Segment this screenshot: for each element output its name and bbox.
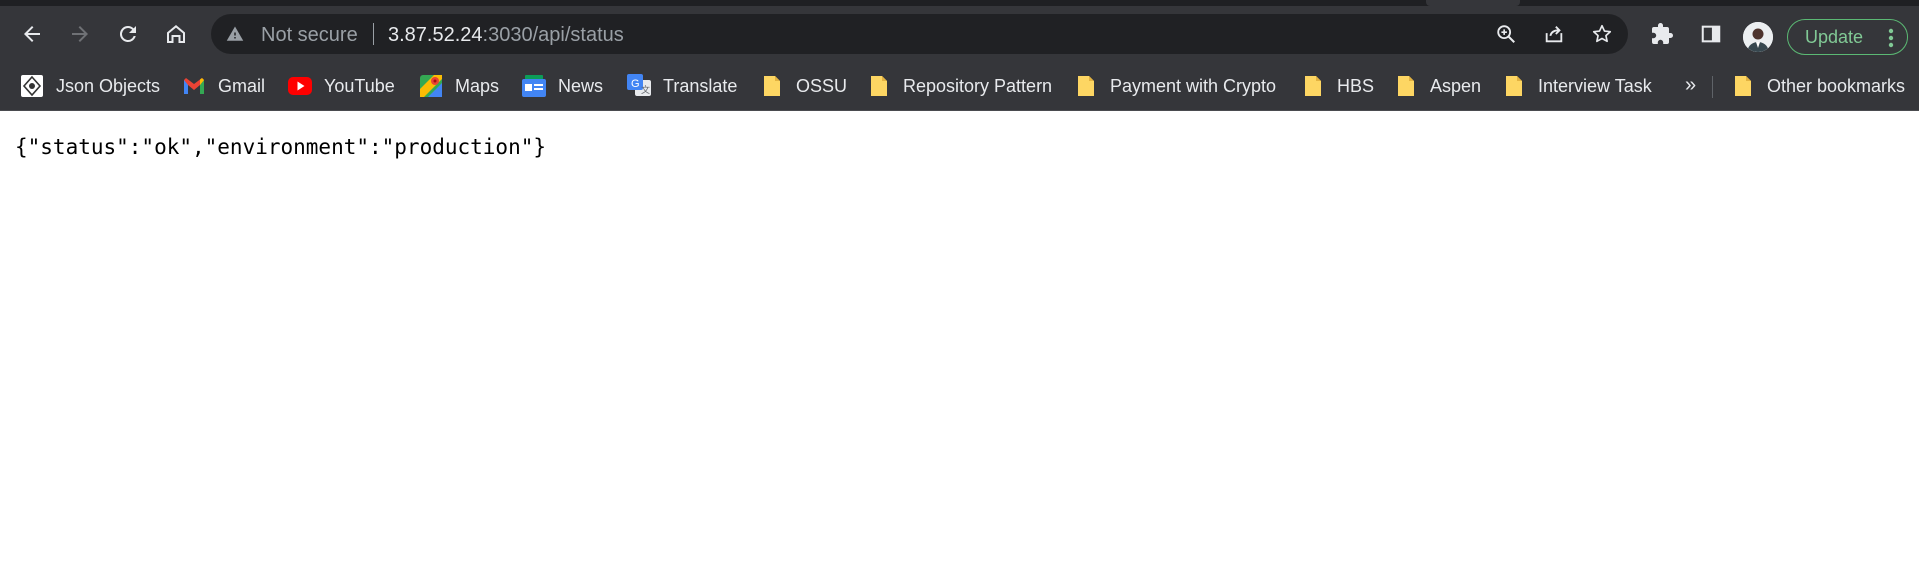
- address-bar[interactable]: Not secure 3.87.52.24:3030/api/status: [211, 14, 1628, 54]
- warning-icon[interactable]: [226, 25, 244, 48]
- back-button[interactable]: [16, 18, 48, 50]
- share-icon[interactable]: [1542, 22, 1566, 46]
- bookmark-youtube[interactable]: YouTube: [288, 72, 395, 100]
- menu-dots-icon: [1888, 27, 1894, 54]
- folder-icon: [867, 74, 891, 98]
- forward-arrow-icon: [72, 26, 88, 42]
- bookmark-label: Repository Pattern: [903, 75, 1053, 96]
- address-divider: [373, 23, 374, 45]
- bookmark-folder-ossu[interactable]: OSSU: [760, 72, 847, 100]
- bookmark-folder-repository-pattern[interactable]: Repository Pattern: [867, 72, 1052, 100]
- url-host: 3.87.52.24: [388, 24, 483, 46]
- json-response-text: {"status":"ok","environment":"production…: [15, 135, 547, 159]
- bookmark-label: Gmail: [218, 75, 266, 96]
- bookmarks-divider: [1712, 76, 1713, 98]
- bookmarks-bar: Json Objects Gmail YouTube Maps News G 文…: [0, 62, 1919, 111]
- browser-chrome: Not secure 3.87.52.24:3030/api/status Up…: [0, 0, 1919, 111]
- folder-icon: [1394, 74, 1418, 98]
- security-label[interactable]: Not secure: [261, 24, 358, 47]
- side-panel-button[interactable]: [1699, 22, 1723, 46]
- bookmark-folder-other-bookmarks[interactable]: Other bookmarks: [1731, 72, 1905, 100]
- bookmark-label: Other bookmarks: [1767, 75, 1906, 96]
- browser-toolbar: Not secure 3.87.52.24:3030/api/status Up…: [0, 6, 1919, 62]
- folder-icon: [760, 74, 784, 98]
- bookmark-label: HBS: [1337, 75, 1375, 96]
- home-button[interactable]: [160, 18, 192, 50]
- url-path: :3030/api/status: [482, 24, 624, 46]
- update-button[interactable]: Update: [1787, 19, 1908, 55]
- side-panel-icon: [1701, 25, 1721, 43]
- google-news-icon: [522, 74, 546, 98]
- maps-icon: [419, 74, 443, 98]
- page-content: {"status":"ok","environment":"production…: [15, 135, 546, 159]
- bookmark-label: Json Objects: [56, 75, 161, 96]
- avatar[interactable]: [1743, 22, 1773, 52]
- bookmark-news[interactable]: News: [522, 72, 603, 100]
- bookmark-translate[interactable]: G 文 Translate: [627, 72, 737, 100]
- bookmark-label: Aspen: [1430, 75, 1482, 96]
- bookmark-label: Maps: [455, 75, 500, 96]
- bookmark-folder-aspen[interactable]: Aspen: [1394, 72, 1481, 100]
- svg-text:文: 文: [641, 84, 650, 96]
- url-text[interactable]: 3.87.52.24:3030/api/status: [388, 24, 624, 47]
- gmail-icon: [182, 74, 206, 98]
- json-objects-favicon: [20, 74, 44, 98]
- bookmark-label: News: [558, 75, 604, 96]
- bookmark-gmail[interactable]: Gmail: [182, 72, 265, 100]
- bookmark-label: Payment with Crypto: [1110, 75, 1277, 96]
- bookmark-label: OSSU: [796, 75, 848, 96]
- profile-icon: [1743, 22, 1773, 52]
- bookmark-folder-interview-task[interactable]: Interview Task: [1502, 72, 1652, 100]
- puzzle-icon: [1652, 23, 1673, 44]
- youtube-icon: [288, 74, 312, 98]
- bookmark-label: YouTube: [324, 75, 395, 96]
- back-arrow-icon: [24, 26, 40, 42]
- bookmarks-overflow-button[interactable]: »: [1685, 74, 1696, 97]
- folder-icon: [1731, 74, 1755, 98]
- svg-text:G: G: [631, 78, 640, 90]
- folder-icon: [1074, 74, 1098, 98]
- bookmark-json-objects[interactable]: Json Objects: [20, 72, 160, 100]
- zoom-icon[interactable]: [1494, 22, 1518, 46]
- folder-icon: [1301, 74, 1325, 98]
- extensions-button[interactable]: [1650, 22, 1674, 46]
- bookmark-folder-hbs[interactable]: HBS: [1301, 72, 1374, 100]
- folder-icon: [1502, 74, 1526, 98]
- update-label: Update: [1805, 27, 1864, 47]
- google-translate-icon: G 文: [627, 74, 651, 98]
- home-icon: [167, 25, 185, 43]
- bookmark-star-icon[interactable]: [1590, 22, 1614, 46]
- reload-button[interactable]: [112, 18, 144, 50]
- bookmark-label: Translate: [663, 75, 738, 96]
- forward-button[interactable]: [64, 18, 96, 50]
- bookmark-maps[interactable]: Maps: [419, 72, 499, 100]
- reload-icon: [119, 25, 136, 42]
- bookmark-folder-payment-with-crypto[interactable]: Payment with Crypto: [1074, 72, 1276, 100]
- bookmark-label: Interview Task: [1538, 75, 1652, 96]
